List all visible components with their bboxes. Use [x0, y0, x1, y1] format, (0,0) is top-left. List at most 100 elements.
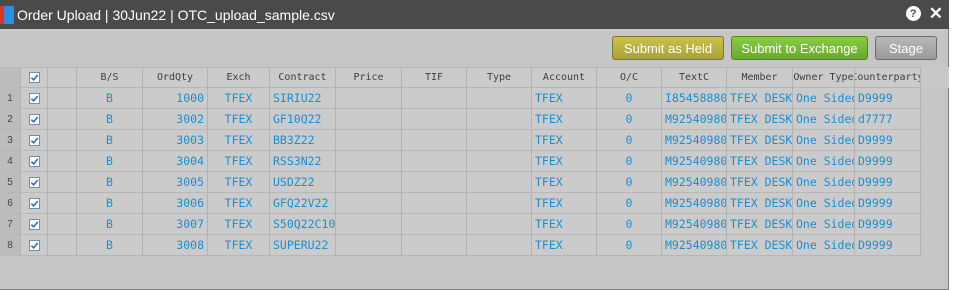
cell-bs[interactable]: B: [77, 235, 143, 256]
column-header-owner-type[interactable]: Owner Type: [793, 67, 855, 88]
cell-account[interactable]: TFEX: [532, 214, 597, 235]
row-checkbox[interactable]: [28, 155, 40, 167]
cell-type[interactable]: [467, 193, 532, 214]
cell-member[interactable]: TFEX DESK: [727, 214, 793, 235]
cell-type[interactable]: [467, 88, 532, 109]
cell-contract[interactable]: S50Q22C10: [270, 214, 336, 235]
cell-type[interactable]: [467, 109, 532, 130]
cell-counterparty[interactable]: D9999: [855, 151, 921, 172]
row-select-cell[interactable]: [21, 193, 48, 214]
cell-contract[interactable]: SIRIU22: [270, 88, 336, 109]
column-header-account[interactable]: Account: [532, 67, 597, 88]
cell-type[interactable]: [467, 235, 532, 256]
cell-account[interactable]: TFEX: [532, 151, 597, 172]
row-checkbox[interactable]: [28, 176, 40, 188]
cell-tif[interactable]: [402, 235, 467, 256]
cell-owner-type[interactable]: One Sided: [793, 235, 855, 256]
cell-price[interactable]: [336, 172, 402, 193]
cell-textc[interactable]: I85458880: [662, 88, 727, 109]
table-row[interactable]: 8 B 3008 TFEX SUPERU22 TFEX 0 M92540980 TFEX DES…: [0, 235, 949, 256]
cell-price[interactable]: [336, 151, 402, 172]
close-icon[interactable]: ✕: [929, 5, 943, 22]
table-row[interactable]: 2 B 3002 TFEX GF10Q22 TFEX 0 M92540980 TFEX DESK…: [0, 109, 949, 130]
cell-ordqty[interactable]: 3002: [143, 109, 208, 130]
table-row[interactable]: 6 B 3006 TFEX GFQ22V22 TFEX 0 M92540980 TFEX DES…: [0, 193, 949, 214]
cell-type[interactable]: [467, 214, 532, 235]
cell-tif[interactable]: [402, 151, 467, 172]
cell-exch[interactable]: TFEX: [208, 172, 270, 193]
cell-price[interactable]: [336, 88, 402, 109]
cell-member[interactable]: TFEX DESK: [727, 172, 793, 193]
cell-ordqty[interactable]: 3005: [143, 172, 208, 193]
cell-owner-type[interactable]: One Sided: [793, 193, 855, 214]
table-row[interactable]: 5 B 3005 TFEX USDZ22 TFEX 0 M92540980 TFEX DESK O…: [0, 172, 949, 193]
table-row[interactable]: 4 B 3004 TFEX RSS3N22 TFEX 0 M92540980 TFEX DESK…: [0, 151, 949, 172]
cell-owner-type[interactable]: One Sided: [793, 88, 855, 109]
cell-account[interactable]: TFEX: [532, 109, 597, 130]
cell-member[interactable]: TFEX DESK: [727, 151, 793, 172]
row-select-cell[interactable]: [21, 130, 48, 151]
cell-oc[interactable]: 0: [597, 151, 662, 172]
cell-textc[interactable]: M92540980: [662, 193, 727, 214]
column-header-type[interactable]: Type: [467, 67, 532, 88]
cell-account[interactable]: TFEX: [532, 88, 597, 109]
cell-type[interactable]: [467, 151, 532, 172]
cell-tif[interactable]: [402, 193, 467, 214]
cell-counterparty[interactable]: D9999: [855, 88, 921, 109]
submit-as-held-button[interactable]: Submit as Held: [612, 36, 724, 60]
cell-price[interactable]: [336, 193, 402, 214]
table-row[interactable]: 1 B 1000 TFEX SIRIU22 TFEX 0 I85458880 TFEX DESK…: [0, 88, 949, 109]
cell-textc[interactable]: M92540980: [662, 130, 727, 151]
cell-exch[interactable]: TFEX: [208, 214, 270, 235]
cell-exch[interactable]: TFEX: [208, 235, 270, 256]
row-checkbox[interactable]: [28, 113, 40, 125]
row-checkbox[interactable]: [28, 239, 40, 251]
row-select-cell[interactable]: [21, 88, 48, 109]
row-select-cell[interactable]: [21, 235, 48, 256]
select-all-header[interactable]: [21, 67, 48, 88]
cell-owner-type[interactable]: One Sided: [793, 151, 855, 172]
row-select-cell[interactable]: [21, 214, 48, 235]
cell-tif[interactable]: [402, 88, 467, 109]
cell-bs[interactable]: B: [77, 172, 143, 193]
row-checkbox[interactable]: [28, 218, 40, 230]
column-header-exch[interactable]: Exch: [208, 67, 270, 88]
submit-to-exchange-button[interactable]: Submit to Exchange: [731, 36, 868, 60]
cell-contract[interactable]: USDZ22: [270, 172, 336, 193]
cell-textc[interactable]: M92540980: [662, 214, 727, 235]
cell-tif[interactable]: [402, 130, 467, 151]
cell-ordqty[interactable]: 3006: [143, 193, 208, 214]
cell-oc[interactable]: 0: [597, 130, 662, 151]
column-header-bs[interactable]: B/S: [77, 67, 143, 88]
help-icon[interactable]: ?: [905, 6, 921, 21]
cell-tif[interactable]: [402, 214, 467, 235]
cell-contract[interactable]: GF10Q22: [270, 109, 336, 130]
cell-ordqty[interactable]: 3008: [143, 235, 208, 256]
select-all-checkbox[interactable]: [28, 72, 40, 83]
cell-ordqty[interactable]: 1000: [143, 88, 208, 109]
row-select-cell[interactable]: [21, 172, 48, 193]
cell-bs[interactable]: B: [77, 214, 143, 235]
cell-textc[interactable]: M92540980: [662, 172, 727, 193]
cell-tif[interactable]: [402, 172, 467, 193]
row-checkbox[interactable]: [28, 134, 40, 146]
cell-exch[interactable]: TFEX: [208, 193, 270, 214]
table-row[interactable]: 3 B 3003 TFEX BB3Z22 TFEX 0 M92540980 TFEX DESK O…: [0, 130, 949, 151]
column-header-oc[interactable]: O/C: [597, 67, 662, 88]
cell-exch[interactable]: TFEX: [208, 130, 270, 151]
cell-member[interactable]: TFEX DESK: [727, 130, 793, 151]
cell-tif[interactable]: [402, 109, 467, 130]
cell-type[interactable]: [467, 130, 532, 151]
cell-account[interactable]: TFEX: [532, 235, 597, 256]
column-header-price[interactable]: Price: [336, 67, 402, 88]
cell-member[interactable]: TFEX DESK: [727, 193, 793, 214]
cell-exch[interactable]: TFEX: [208, 151, 270, 172]
column-header-textc[interactable]: TextC: [662, 67, 727, 88]
cell-type[interactable]: [467, 172, 532, 193]
cell-textc[interactable]: M92540980: [662, 235, 727, 256]
row-checkbox[interactable]: [28, 92, 40, 104]
cell-account[interactable]: TFEX: [532, 193, 597, 214]
cell-ordqty[interactable]: 3003: [143, 130, 208, 151]
cell-bs[interactable]: B: [77, 193, 143, 214]
cell-oc[interactable]: 0: [597, 214, 662, 235]
